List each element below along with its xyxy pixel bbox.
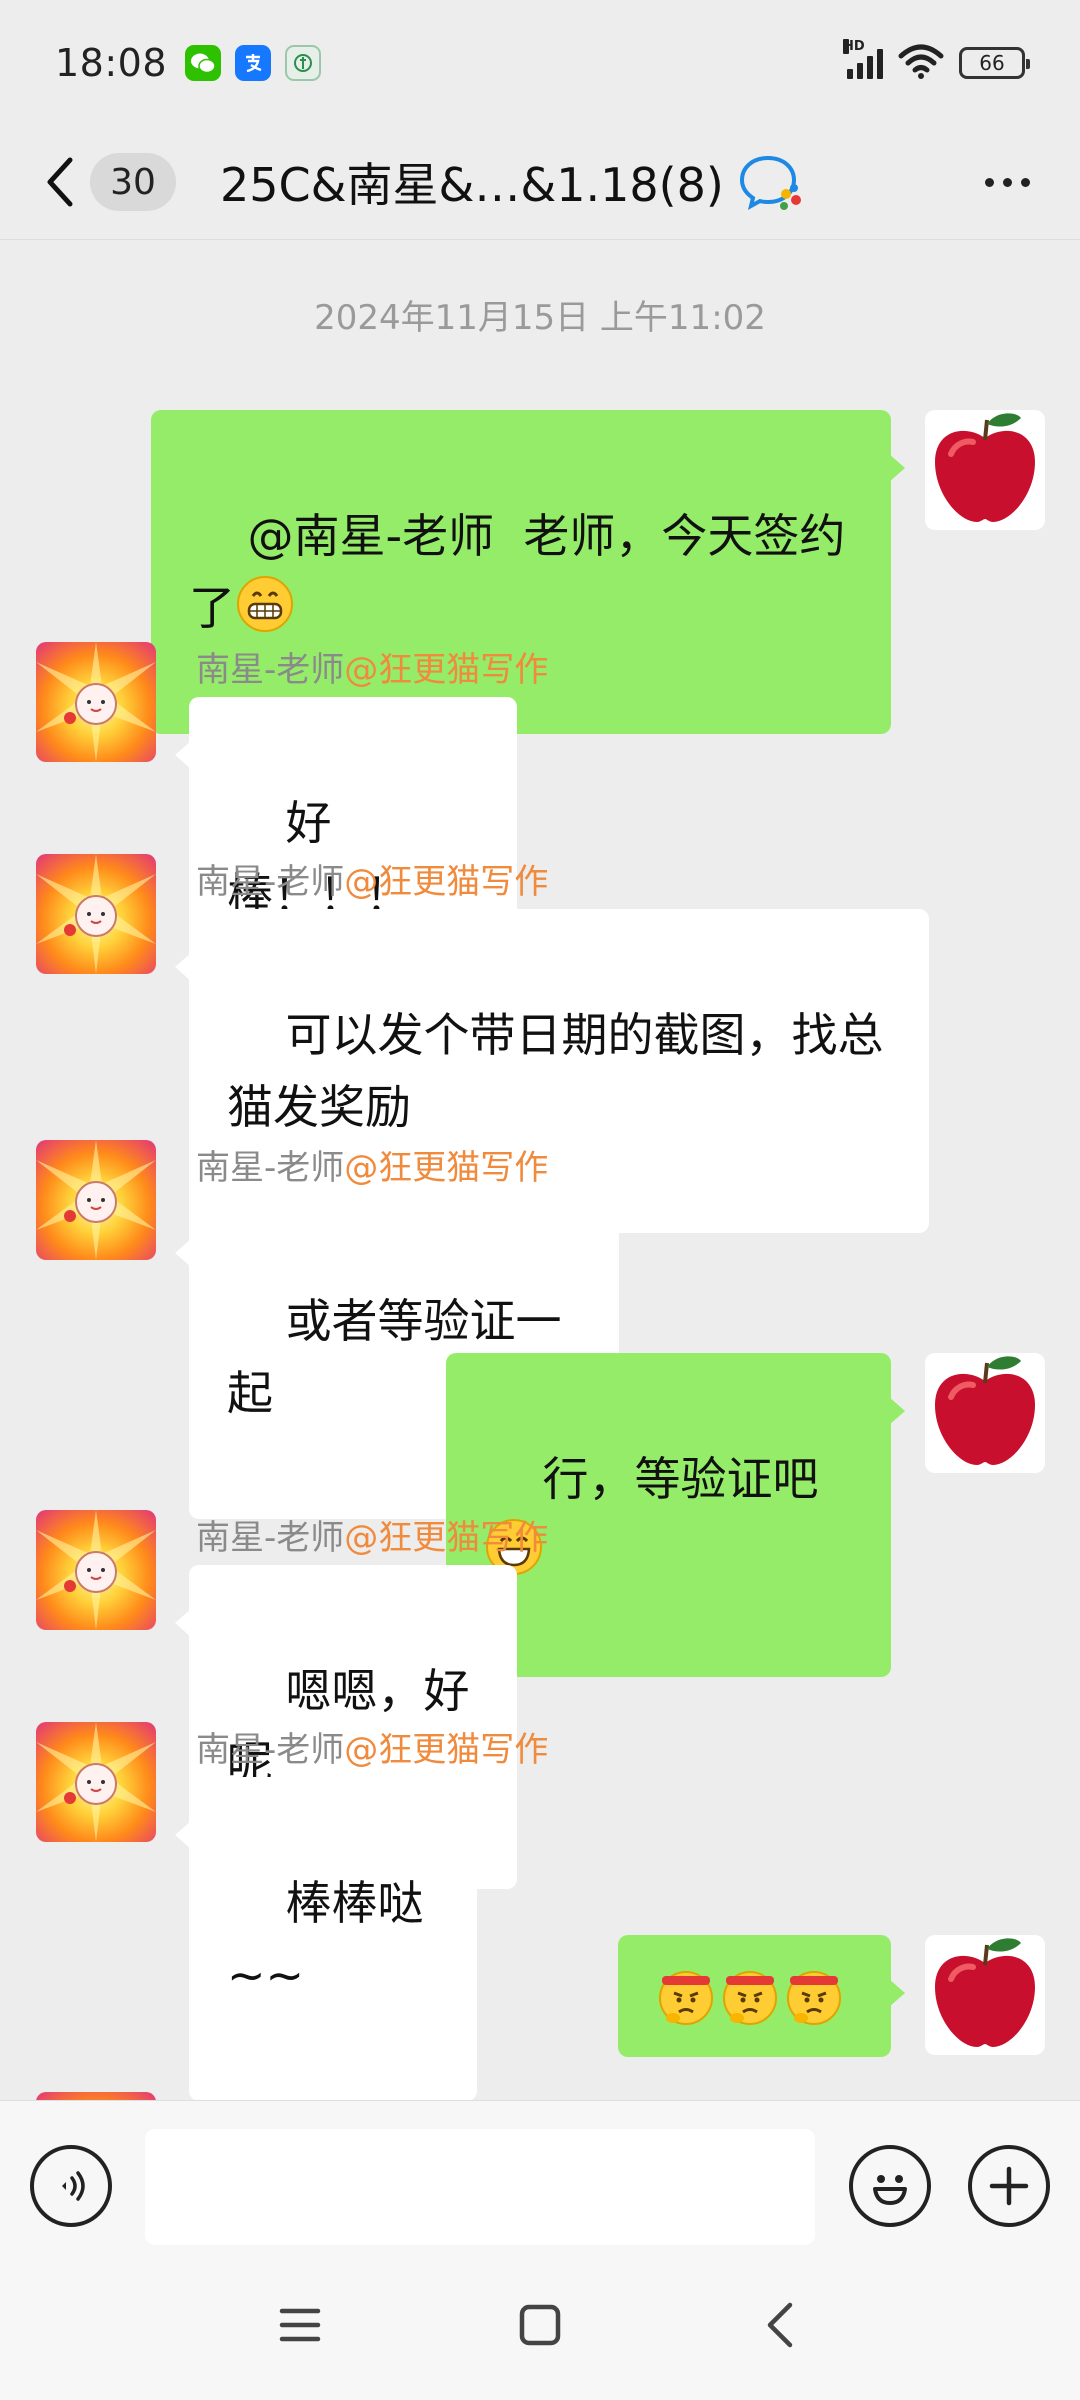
battery-icon: 66	[959, 46, 1030, 79]
sender-mention: @狂更猫写作	[344, 862, 549, 902]
voice-icon	[62, 2171, 85, 2201]
more-options-button[interactable]	[975, 168, 1040, 197]
apple-avatar-icon	[935, 1356, 1035, 1465]
sender-name: 南星-老师@狂更猫写作	[196, 1140, 548, 1189]
sender-avatar[interactable]	[36, 854, 156, 974]
voice-input-button[interactable]	[30, 2145, 112, 2227]
sender-avatar[interactable]	[36, 1722, 156, 1842]
chat-title: 25C&南星&…&1.18(8)	[220, 158, 724, 212]
grinning-emoji-icon	[237, 576, 293, 632]
sender-avatar[interactable]	[36, 2092, 156, 2100]
back-nav-button[interactable]	[745, 2290, 815, 2360]
alipay-icon	[235, 44, 272, 81]
cartoon-avatar-icon	[36, 642, 156, 762]
more-dot-icon	[985, 177, 994, 187]
back-triangle-icon	[767, 2302, 793, 2348]
battery-level: 66	[979, 50, 1005, 75]
more-dot-icon	[1021, 177, 1030, 187]
status-app-icons	[185, 44, 322, 81]
sender-name: 南星-老师@狂更猫写作	[196, 642, 548, 691]
hd-label: HD	[843, 38, 865, 54]
self-avatar[interactable]	[925, 1935, 1045, 2055]
message-input-bar	[0, 2100, 1080, 2250]
cartoon-avatar-icon	[36, 1722, 156, 1842]
cellular-signal-icon: HD	[843, 38, 883, 79]
sender-name-text: 南星-老师	[196, 650, 345, 690]
status-time: 18:08	[55, 40, 168, 85]
home-nav-button[interactable]	[505, 2290, 575, 2360]
cartoon-avatar-icon	[36, 854, 156, 974]
menu-nav-button[interactable]	[265, 2290, 335, 2360]
menu-icon	[279, 2308, 321, 2342]
message-bubble-other[interactable]: 棒棒哒 ~~	[175, 1777, 477, 2100]
message-text: 棒棒哒 ~~	[227, 1876, 439, 2002]
plus-icon	[989, 2166, 1029, 2206]
sender-mention: @狂更猫写作	[344, 650, 549, 690]
emoji-button[interactable]	[849, 2145, 931, 2227]
sender-mention: @狂更猫写作	[344, 1148, 549, 1188]
self-avatar[interactable]	[925, 1353, 1045, 1473]
determined-emoji-icon	[787, 1971, 841, 2025]
home-square-icon	[519, 2304, 561, 2346]
sender-name-text: 南星-老师	[196, 862, 345, 902]
message-input[interactable]	[145, 2129, 815, 2245]
sender-mention: @狂更猫写作	[344, 1518, 549, 1558]
message-bubble-self[interactable]	[618, 1935, 905, 2057]
sender-name: 南星-老师@狂更猫写作	[196, 1722, 548, 1771]
wechat-icon	[185, 44, 222, 81]
chat-header: 30 25C&南星&…&1.18(8)	[0, 125, 1080, 240]
cartoon-avatar-icon	[36, 1510, 156, 1630]
determined-emoji-icon	[659, 1971, 713, 2025]
sender-avatar[interactable]	[36, 1140, 156, 1260]
apple-avatar-icon	[935, 413, 1035, 522]
back-button[interactable]: 30	[42, 153, 176, 211]
wecom-group-icon	[738, 154, 804, 210]
app-icon	[285, 44, 322, 81]
unread-count-badge: 30	[90, 153, 176, 211]
smiley-icon	[873, 2175, 907, 2205]
self-avatar[interactable]	[925, 410, 1045, 530]
chat-area[interactable]: 2024年11月15日 上午11:02 @南星-老师 老师，今天签约了 南星-老…	[0, 240, 1080, 2100]
sender-mention: @狂更猫写作	[344, 1730, 549, 1770]
sender-name-text: 南星-老师	[196, 1148, 345, 1188]
sender-avatar[interactable]	[36, 1510, 156, 1630]
determined-emoji-icon	[723, 1971, 777, 2025]
system-navigation-bar	[0, 2250, 1080, 2400]
more-dot-icon	[1003, 177, 1012, 187]
sender-name: 南星-老师@狂更猫写作	[196, 854, 548, 903]
add-attachment-button[interactable]	[968, 2145, 1050, 2227]
sender-name: 南星-老师@狂更猫写作	[196, 1510, 548, 1559]
back-chevron-icon	[42, 154, 76, 210]
message-text: 行，等验证吧	[542, 1452, 819, 1506]
message-timestamp: 2024年11月15日 上午11:02	[314, 298, 766, 338]
sender-avatar[interactable]	[36, 642, 156, 762]
status-bar: 18:08 HD 66	[0, 0, 1080, 125]
wifi-icon	[897, 42, 945, 84]
cartoon-avatar-icon	[36, 1140, 156, 1260]
sender-name-text: 南星-老师	[196, 1518, 345, 1558]
apple-avatar-icon	[935, 1938, 1035, 2047]
message-text: 可以发个带日期的截图，找总猫发奖励	[227, 1008, 884, 1134]
sender-name-text: 南星-老师	[196, 1730, 345, 1770]
